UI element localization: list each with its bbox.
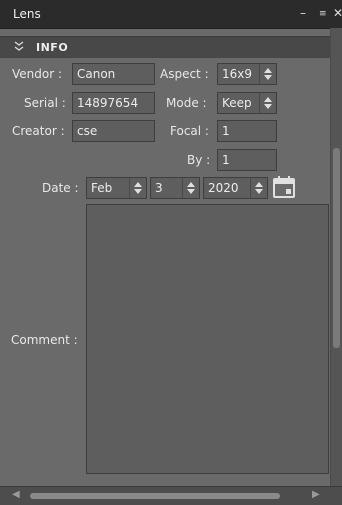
calendar-icon[interactable] [272,175,296,202]
serial-label: Serial : [24,96,66,110]
up-down-arrows-icon[interactable] [259,64,276,84]
up-down-arrows-icon[interactable] [259,93,276,113]
horizontal-scroll-thumb[interactable] [30,493,280,499]
close-button[interactable]: ✕ [333,6,342,20]
up-down-arrows-icon[interactable] [129,178,146,198]
section-title: INFO [36,41,69,54]
date-month-select[interactable]: Feb [86,177,147,199]
double-chevron-down-icon [14,39,24,56]
serial-field[interactable]: 14897654 [72,92,155,114]
date-year-select[interactable]: 2020 [203,177,268,199]
panel-title: Lens [13,7,41,21]
horizontal-scrollbar[interactable]: ◀ ▶ [0,486,342,505]
vertical-scroll-thumb[interactable] [333,148,340,348]
focal-label: Focal : [170,124,209,138]
panel-titlebar: Lens – ≡ ✕ [0,0,342,29]
up-down-arrows-icon[interactable] [182,178,199,198]
scroll-left-icon[interactable]: ◀ [12,489,20,500]
scroll-right-icon[interactable]: ▶ [312,489,320,500]
creator-label: Creator : [12,124,65,138]
minimize-button[interactable]: – [300,6,306,20]
aspect-select[interactable]: 16x9 [217,63,277,85]
menu-button[interactable]: ≡ [319,9,327,19]
aspect-value: 16x9 [222,67,253,81]
aspect-label: Aspect : [160,67,209,81]
comment-label: Comment : [11,333,78,347]
creator-field[interactable]: cse [72,120,155,142]
by-field[interactable]: 1 [217,149,277,171]
vendor-field[interactable]: Canon [72,63,155,85]
by-label: By : [187,153,211,167]
info-section-header[interactable]: INFO [0,36,330,60]
date-day-value: 3 [155,181,163,195]
vendor-label: Vendor : [12,67,63,81]
mode-select[interactable]: Keep [217,92,277,114]
date-label: Date : [42,181,79,195]
mode-value: Keep [222,96,252,110]
date-day-select[interactable]: 3 [150,177,200,199]
up-down-arrows-icon[interactable] [250,178,267,198]
date-year-value: 2020 [208,181,239,195]
date-month-value: Feb [91,181,113,195]
comment-textarea[interactable] [86,204,329,474]
focal-field[interactable]: 1 [217,120,277,142]
mode-label: Mode : [166,96,207,110]
vertical-scrollbar[interactable] [330,28,342,486]
